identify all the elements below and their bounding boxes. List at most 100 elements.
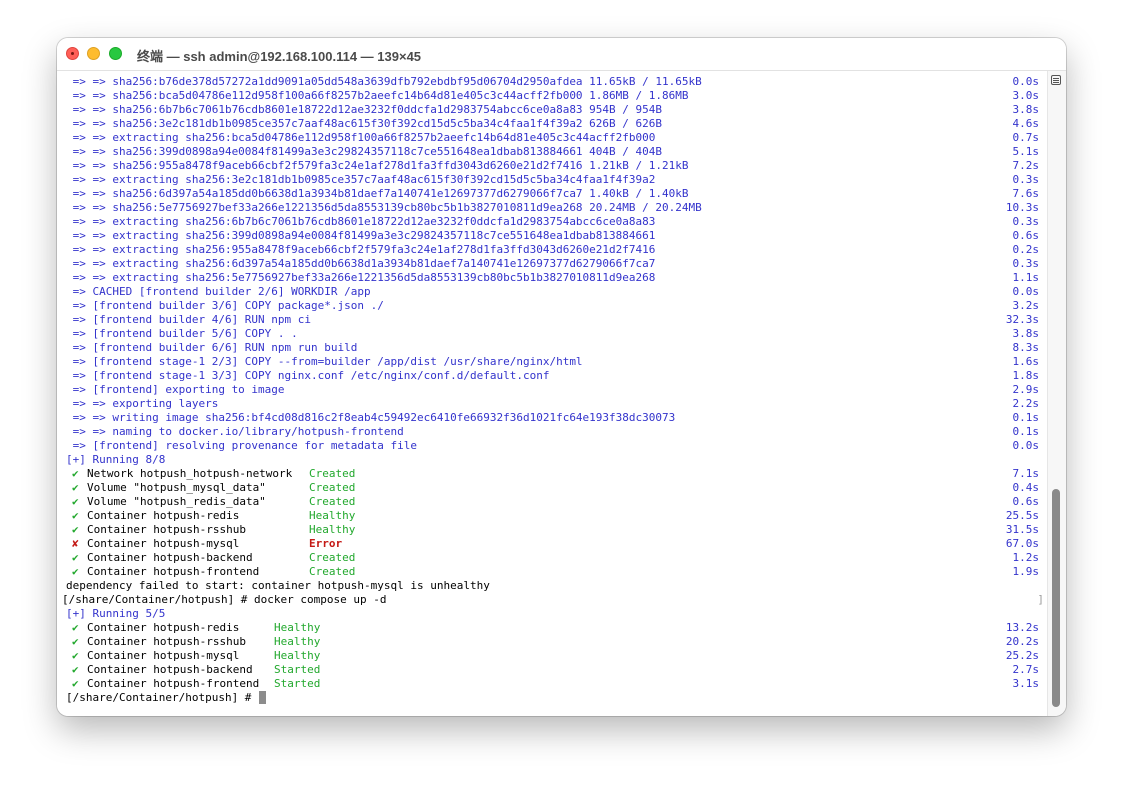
output-line: => => extracting sha256:3e2c181db1b0985c… (66, 173, 1048, 187)
scrollbar-thumb[interactable] (1052, 489, 1060, 707)
service-name: Volume "hotpush_redis_data" (87, 495, 266, 508)
duration-text: 2.2s (1012, 397, 1040, 410)
service-status-line: ✔ Container hotpush-redis Healthy 25.5s (66, 509, 1048, 523)
output-text: => => extracting sha256:399d0898a94e0084… (66, 229, 656, 242)
duration-text: 0.3s (1012, 173, 1040, 186)
duration-text: 3.8s (1012, 103, 1040, 116)
duration-text: 2.9s (1012, 383, 1040, 396)
duration-text: 4.6s (1012, 117, 1040, 130)
output-text: => => extracting sha256:3e2c181db1b0985c… (66, 173, 656, 186)
scrollbar[interactable] (1047, 71, 1066, 716)
output-line: => [frontend] exporting to image 2.9s (66, 383, 1048, 397)
duration-text: 2.7s (1012, 663, 1040, 676)
output-text: => => sha256:6b7b6c7061b76cdb8601e18722d… (66, 103, 663, 116)
output-line: [+] Running 5/5 (66, 607, 1048, 621)
output-text: => [frontend stage-1 3/3] COPY nginx.con… (66, 369, 550, 382)
service-status-line: ✔ Container hotpush-frontend Started 3.1s (66, 677, 1048, 691)
duration-text: 31.5s (1005, 523, 1039, 536)
duration-text: 7.1s (1012, 467, 1040, 480)
output-text: => [frontend] resolving provenance for m… (66, 439, 417, 452)
output-line: => [frontend] resolving provenance for m… (66, 439, 1048, 453)
service-status-line: ✔ Container hotpush-redis Healthy 13.2s (66, 621, 1048, 635)
terminal-output[interactable]: => => sha256:b76de378d57272a1dd9091a05dd… (57, 71, 1048, 716)
output-text: => [frontend builder 3/6] COPY package*.… (66, 299, 384, 312)
close-button[interactable] (66, 47, 79, 60)
command-text: [/share/Container/hotpush] # docker comp… (62, 593, 387, 606)
service-name: Container hotpush-mysql (87, 537, 240, 550)
output-line: => => sha256:5e7756927bef33a266e1221356d… (66, 201, 1048, 215)
duration-text: 1.1s (1012, 271, 1040, 284)
error-text: dependency failed to start: container ho… (66, 579, 490, 592)
output-line: => [frontend builder 5/6] COPY . . 3.8s (66, 327, 1048, 341)
service-status-line: ✔ Container hotpush-rsshub Healthy 20.2s (66, 635, 1048, 649)
duration-text: 1.8s (1012, 369, 1040, 382)
scrollbar-marks-icon[interactable] (1051, 75, 1061, 85)
output-line: => => sha256:955a8478f9aceb66cbf2f579fa3… (66, 159, 1048, 173)
running-text: [+] Running 5/5 (66, 607, 166, 620)
error-line: dependency failed to start: container ho… (66, 579, 1048, 593)
output-text: [+] Running 8/8 (66, 453, 166, 466)
duration-text: 20.2s (1005, 635, 1039, 648)
prompt-text: [/share/Container/hotpush] # (66, 691, 252, 704)
output-line: => => extracting sha256:6b7b6c7061b76cdb… (66, 215, 1048, 229)
prompt-line: [/share/Container/hotpush] # (66, 691, 1048, 705)
service-status-line: ✔ Container hotpush-backend Started 2.7s (66, 663, 1048, 677)
service-name: Container hotpush-rsshub (87, 635, 246, 648)
window-title: 终端 — ssh admin@192.168.100.114 — 139×45 (137, 49, 422, 64)
output-text: => => sha256:b76de378d57272a1dd9091a05dd… (66, 75, 702, 88)
check-icon: ✔ (72, 677, 79, 690)
output-line: => => sha256:399d0898a94e0084f81499a3e3c… (66, 145, 1048, 159)
duration-text: 3.1s (1012, 677, 1040, 690)
service-status-line: ✔ Container hotpush-rsshub Healthy 31.5s (66, 523, 1048, 537)
service-name: Container hotpush-frontend (87, 565, 260, 578)
service-status-line: ✔ Container hotpush-backend Created 1.2s (66, 551, 1048, 565)
line-marker: ] (1037, 593, 1044, 606)
check-icon: ✔ (72, 509, 79, 522)
zoom-button[interactable] (109, 47, 122, 60)
status-text: Created (309, 565, 356, 578)
service-name: Container hotpush-rsshub (87, 523, 246, 536)
output-text: => => sha256:6d397a54a185dd0b6638d1a3934… (66, 187, 689, 200)
duration-text: 0.6s (1012, 495, 1040, 508)
status-text: Created (309, 551, 356, 564)
output-text: => => extracting sha256:bca5d04786e112d9… (66, 131, 656, 144)
duration-text: 0.6s (1012, 229, 1040, 242)
duration-text: 0.0s (1012, 285, 1040, 298)
text-cursor (259, 691, 267, 704)
service-status-line: ✔ Volume "hotpush_mysql_data" Created 0.4s (66, 481, 1048, 495)
check-icon: ✔ (72, 621, 79, 634)
output-line: => => extracting sha256:6d397a54a185dd0b… (66, 257, 1048, 271)
output-text: => => extracting sha256:5e7756927bef33a2… (66, 271, 656, 284)
duration-text: 0.4s (1012, 481, 1040, 494)
service-status-line: ✘ Container hotpush-mysql Error 67.0s (66, 537, 1048, 551)
duration-text: 8.3s (1012, 341, 1040, 354)
status-text: Created (309, 467, 356, 480)
status-text: Error (309, 537, 343, 550)
minimize-button[interactable] (87, 47, 100, 60)
output-line: => => writing image sha256:bf4cd08d816c2… (66, 411, 1048, 425)
output-line: => [frontend stage-1 3/3] COPY nginx.con… (66, 369, 1048, 383)
duration-text: 0.7s (1012, 131, 1040, 144)
duration-text: 1.2s (1012, 551, 1040, 564)
duration-text: 0.3s (1012, 215, 1040, 228)
output-text: => [frontend builder 5/6] COPY . . (66, 327, 298, 340)
terminal-window: 终端 — ssh admin@192.168.100.114 — 139×45 … (57, 38, 1066, 716)
duration-text: 7.6s (1012, 187, 1040, 200)
output-line: => => exporting layers 2.2s (66, 397, 1048, 411)
check-icon: ✔ (72, 635, 79, 648)
service-name: Container hotpush-redis (87, 621, 240, 634)
duration-text: 5.1s (1012, 145, 1040, 158)
duration-text: 10.3s (1005, 201, 1039, 214)
output-line: => [frontend stage-1 2/3] COPY --from=bu… (66, 355, 1048, 369)
output-text: => => naming to docker.io/library/hotpus… (66, 425, 404, 438)
service-status-line: ✔ Container hotpush-frontend Created 1.9s (66, 565, 1048, 579)
duration-text: 67.0s (1005, 537, 1039, 550)
check-icon: ✔ (72, 523, 79, 536)
status-text: Created (309, 481, 356, 494)
command-line: [/share/Container/hotpush] # docker comp… (62, 593, 1048, 607)
service-name: Container hotpush-backend (87, 551, 253, 564)
service-status-line: ✔ Volume "hotpush_redis_data" Created 0.6s (66, 495, 1048, 509)
output-line: => CACHED [frontend builder 2/6] WORKDIR… (66, 285, 1048, 299)
output-line: => => sha256:bca5d04786e112d958f100a66f8… (66, 89, 1048, 103)
output-text: => => extracting sha256:6b7b6c7061b76cdb… (66, 215, 656, 228)
